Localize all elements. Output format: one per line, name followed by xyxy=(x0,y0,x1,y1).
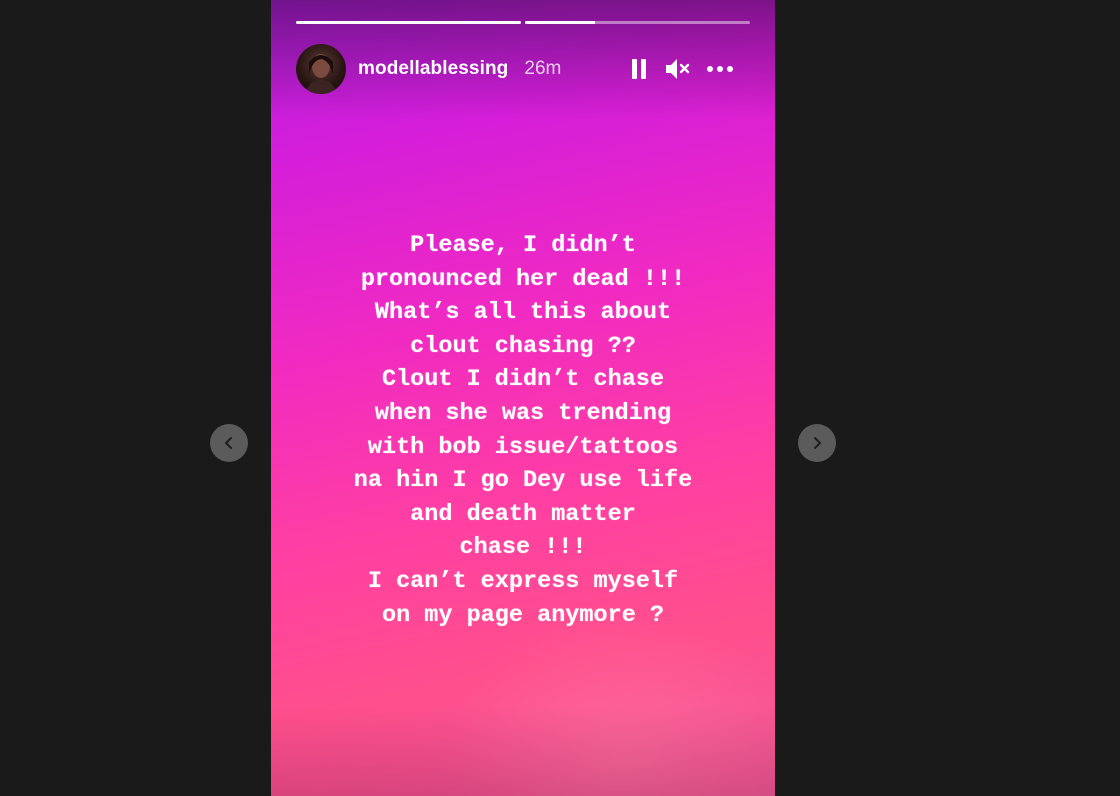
story-text: Please, I didn’t pronounced her dead !!!… xyxy=(271,229,775,632)
story-text-line: when she was trending xyxy=(374,399,672,427)
story-card[interactable]: modellablessing 26m Please, I didn’t pro… xyxy=(271,0,775,796)
pause-icon xyxy=(632,59,646,79)
chevron-right-icon xyxy=(814,437,821,449)
story-text-line: on my page anymore ? xyxy=(381,601,665,629)
story-controls xyxy=(630,57,734,81)
previous-story-button[interactable] xyxy=(210,424,248,462)
post-time: 26m xyxy=(524,58,562,79)
username[interactable]: modellablessing xyxy=(358,58,508,80)
avatar[interactable] xyxy=(296,44,346,94)
more-options-icon xyxy=(707,66,733,72)
story-text-line: and death matter xyxy=(410,500,636,528)
story-text-line: I can’t express myself xyxy=(367,567,679,595)
story-text-line: chase !!! xyxy=(459,534,587,562)
story-text-line: pronounced her dead !!! xyxy=(360,265,686,293)
mute-button[interactable] xyxy=(664,57,690,81)
story-text-line: na hin I go Dey use life xyxy=(353,467,693,495)
story-text-line: Clout I didn’t chase xyxy=(381,366,665,394)
story-header: modellablessing 26m xyxy=(296,43,750,95)
chevron-left-icon xyxy=(225,437,232,449)
story-progress-bar xyxy=(296,21,750,24)
progress-fill xyxy=(525,21,595,24)
story-text-line: with bob issue/tattoos xyxy=(367,433,679,461)
progress-segment xyxy=(296,21,521,24)
story-text-line: Please, I didn’t xyxy=(410,232,636,259)
next-story-button[interactable] xyxy=(798,424,836,462)
more-options-button[interactable] xyxy=(706,65,734,73)
muted-speaker-icon xyxy=(666,59,690,79)
pause-button[interactable] xyxy=(630,57,648,81)
story-text-line: clout chasing ?? xyxy=(410,332,636,360)
story-text-line: What’s all this about xyxy=(374,299,672,327)
story-viewer: modellablessing 26m Please, I didn’t pro… xyxy=(0,0,1120,796)
progress-fill xyxy=(296,21,521,24)
progress-segment xyxy=(525,21,750,24)
